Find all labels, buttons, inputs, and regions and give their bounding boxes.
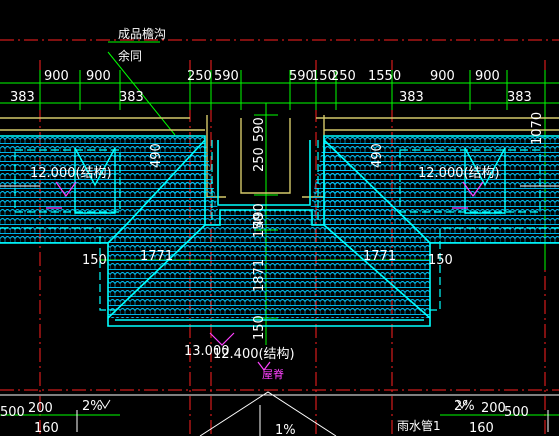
- roof-plan-drawing: 成品檐沟 余同 900 900 250 590 590 150 250 1550…: [0, 27, 559, 436]
- elevation-right-struct: 12.000(结构): [418, 166, 500, 181]
- elevation-left-struct: 12.000(结构): [30, 166, 112, 181]
- dim-160-left: 160: [34, 421, 59, 436]
- dim-250-left: 250: [187, 69, 212, 84]
- dim-383-a: 383: [10, 90, 35, 105]
- dim-500-left: 500: [0, 405, 25, 420]
- callout-label-line2: 余同: [118, 48, 142, 63]
- dim-383-d: 383: [507, 90, 532, 105]
- dim-900-b: 900: [86, 69, 111, 84]
- dim-900-c: 900: [430, 69, 455, 84]
- dim-v150-2: 150: [252, 315, 267, 340]
- dim-right-150: 150: [428, 253, 453, 268]
- dim-v150-1: 150: [252, 213, 267, 238]
- dim-250-right: 250: [331, 69, 356, 84]
- dim-left-150: 150: [82, 253, 107, 268]
- dim-1550: 1550: [368, 69, 401, 84]
- elevation-ridge-small: 屋脊: [262, 367, 284, 381]
- elevation-ridge-struct: 12.400(结构): [213, 347, 295, 362]
- dim-1070: 1070: [530, 112, 545, 145]
- dim-right-490: 490: [370, 143, 385, 168]
- dim-160-right: 160: [469, 421, 494, 436]
- dim-383-c: 383: [399, 90, 424, 105]
- slope-left: 2%: [82, 399, 103, 414]
- dim-left-1771: 1771: [140, 249, 173, 264]
- dim-590-left: 590: [214, 69, 239, 84]
- callout-label-line1: 成品檐沟: [118, 27, 166, 41]
- dim-v1871: 1871: [252, 259, 267, 292]
- dim-left-490: 490: [149, 143, 164, 168]
- dim-383-b: 383: [119, 90, 144, 105]
- dim-900-a: 900: [44, 69, 69, 84]
- slope-right: 2%: [454, 399, 475, 414]
- dim-200-right: 200: [481, 401, 506, 416]
- slope-center: 1%: [275, 423, 296, 436]
- dim-900-d: 900: [475, 69, 500, 84]
- dim-v250: 250: [252, 147, 267, 172]
- dim-right-1771: 1771: [363, 249, 396, 264]
- dim-500-right: 500: [504, 405, 529, 420]
- dim-v590: 590: [252, 117, 267, 142]
- downpipe-label: 雨水管1: [397, 418, 441, 433]
- dim-200-left: 200: [28, 401, 53, 416]
